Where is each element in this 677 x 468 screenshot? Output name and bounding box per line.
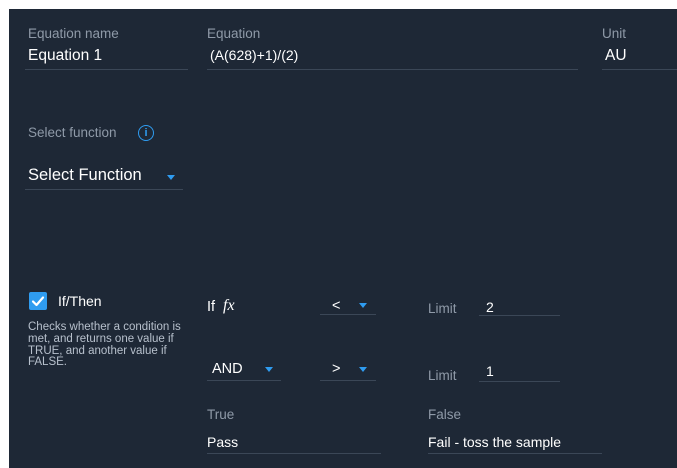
- limit-2-underline: [479, 381, 560, 382]
- limit-1-underline: [479, 315, 560, 316]
- if-then-checkbox[interactable]: [29, 292, 47, 310]
- logic-dropdown[interactable]: AND: [212, 361, 243, 377]
- select-function-label: Select function: [28, 125, 117, 140]
- chevron-down-icon[interactable]: [359, 303, 367, 308]
- true-underline: [207, 453, 381, 454]
- true-value-input[interactable]: Pass: [207, 434, 238, 450]
- chevron-down-icon[interactable]: [359, 367, 367, 372]
- equation-underline: [207, 69, 578, 70]
- if-then-label: If/Then: [58, 293, 102, 309]
- limit-input-2[interactable]: 1: [486, 363, 494, 379]
- chevron-down-icon[interactable]: [167, 175, 175, 180]
- equation-input[interactable]: (A(628)+1)/(2): [210, 47, 298, 63]
- operator-2-underline: [320, 380, 376, 381]
- false-label: False: [428, 407, 462, 422]
- if-label: If: [207, 299, 216, 315]
- equation-editor-panel: Equation name Equation 1 Equation (A(628…: [9, 9, 677, 468]
- info-icon[interactable]: i: [138, 125, 154, 141]
- unit-underline: [602, 69, 677, 70]
- checkmark-icon: [31, 296, 45, 307]
- unit-label: Unit: [602, 26, 627, 41]
- chevron-down-icon[interactable]: [265, 367, 273, 372]
- select-function-underline: [25, 189, 183, 190]
- unit-input[interactable]: AU: [605, 47, 627, 65]
- equation-label: Equation: [207, 26, 261, 41]
- false-underline: [428, 453, 602, 454]
- true-label: True: [207, 407, 235, 422]
- equation-name-underline: [25, 69, 188, 70]
- operator-dropdown-2[interactable]: >: [332, 361, 340, 377]
- limit-label-1: Limit: [428, 301, 457, 316]
- select-function-dropdown[interactable]: Select Function: [28, 166, 142, 185]
- fx-icon: fx: [223, 297, 235, 314]
- limit-label-2: Limit: [428, 368, 457, 383]
- limit-input-1[interactable]: 2: [486, 299, 494, 315]
- false-value-input[interactable]: Fail - toss the sample: [428, 434, 561, 450]
- operator-dropdown-1[interactable]: <: [332, 298, 340, 314]
- operator-1-underline: [320, 314, 376, 315]
- logic-underline: [207, 380, 281, 381]
- if-then-description: Checks whether a condition is met, and r…: [28, 321, 181, 369]
- equation-name-label: Equation name: [28, 26, 119, 41]
- equation-name-input[interactable]: Equation 1: [28, 47, 102, 65]
